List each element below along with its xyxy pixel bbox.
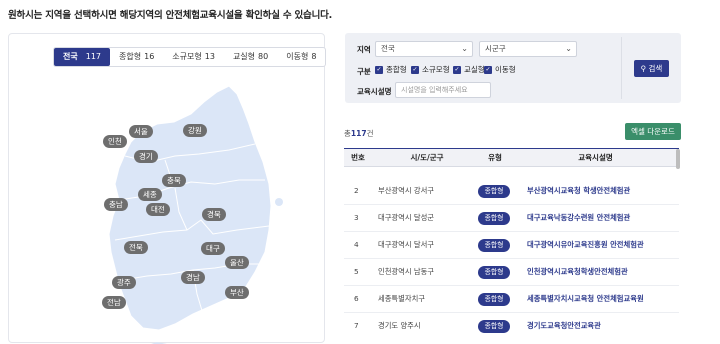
col-type: 유형 — [488, 153, 502, 162]
col-area: 시/도/군구 — [410, 153, 444, 162]
total-suffix: 건 — [366, 129, 374, 138]
row-area: 세종특별자치구 — [378, 294, 425, 303]
divider — [621, 37, 622, 99]
region-chungbuk[interactable]: 충북 — [162, 174, 186, 187]
region-chungnam[interactable]: 충남 — [104, 198, 128, 211]
search-icon: ⚲ — [640, 64, 647, 73]
table-row[interactable]: 6 세종특별자치구 종합형 세종특별자치시교육청 안전체험교육원 — [344, 286, 679, 313]
type-label: 구분 — [357, 67, 371, 76]
facility-link[interactable]: 경기도교육청안전교육관 — [527, 313, 601, 339]
type-badge: 종합형 — [478, 266, 510, 279]
row-area: 인천광역시 남동구 — [378, 267, 435, 276]
facility-name-input[interactable]: 시설명을 입력해주세요 — [395, 82, 491, 98]
type-badge: 종합형 — [478, 212, 510, 225]
checkbox-label: 종합형 — [386, 65, 407, 74]
sigungu-select[interactable]: 시군구 ⌄ — [479, 41, 577, 57]
region-incheon[interactable]: 인천 — [103, 135, 127, 148]
region-sejong[interactable]: 세종 — [138, 188, 162, 201]
row-area: 부산광역시 강서구 — [378, 186, 435, 195]
table-row[interactable]: 5 인천광역시 남동구 종합형 인천광역시교육청학생안전체험관 — [344, 259, 679, 286]
region-jeonbuk[interactable]: 전북 — [124, 241, 148, 254]
search-button-label: 검색 — [648, 64, 663, 73]
row-number: 5 — [354, 267, 359, 276]
tab-classroom[interactable]: 교실형 80 — [224, 48, 277, 66]
col-number: 번호 — [351, 153, 365, 162]
row-number: 3 — [354, 213, 359, 222]
region-ulsan[interactable]: 울산 — [225, 256, 249, 269]
checkbox-small-scale[interactable]: ✓ 소규모형 — [411, 64, 450, 75]
region-gyeonggi[interactable]: 경기 — [134, 150, 158, 163]
region-gangwon[interactable]: 강원 — [183, 124, 207, 137]
checkbox-label: 교실형 — [464, 65, 485, 74]
total-prefix: 총 — [344, 129, 351, 138]
row-number: 2 — [354, 186, 359, 195]
checkbox-checked-icon: ✓ — [484, 65, 492, 74]
type-tabs: 전국 117 종합형 16 소규모형 13 교실형 80 이동형 8 — [53, 47, 327, 67]
sido-select[interactable]: 전국 ⌄ — [375, 41, 473, 57]
search-panel: 지역 전국 ⌄ 시군구 ⌄ 구분 ✓ 종합형 ✓ 소규모형 ✓ 교실형 ✓ 이동형 교육… — [345, 33, 681, 103]
facility-link[interactable]: 인천광역시교육청학생안전체험관 — [527, 259, 628, 285]
facility-link[interactable]: 대구교육낙동강수련원 안전체험관 — [527, 205, 630, 231]
row-area: 경기도 양주시 — [378, 321, 421, 330]
tab-comprehensive[interactable]: 종합형 16 — [110, 48, 163, 66]
table-header: 번호 시/도/군구 유형 교육시설명 — [344, 148, 679, 167]
row-area: 대구광역시 달서구 — [378, 240, 435, 249]
total-count-value: 117 — [350, 129, 367, 138]
row-number: 7 — [354, 321, 359, 330]
ulleungdo-island — [275, 198, 283, 206]
type-badge: 종합형 — [478, 185, 510, 198]
tab-mobile[interactable]: 이동형 8 — [277, 48, 325, 66]
sido-select-value: 전국 — [381, 44, 395, 53]
table-scrollbar[interactable] — [676, 149, 680, 169]
region-label: 지역 — [357, 45, 371, 54]
page-headline: 원하시는 지역을 선택하시면 해당지역의 안전체험교육시설을 확인하실 수 있습… — [8, 10, 333, 21]
total-count: 총117건 — [344, 128, 373, 139]
search-button[interactable]: ⚲ 검색 — [634, 60, 669, 77]
checkbox-label: 이동형 — [495, 65, 516, 74]
region-daegu[interactable]: 대구 — [201, 242, 225, 255]
region-seoul[interactable]: 서울 — [129, 125, 153, 138]
region-jeonnam[interactable]: 전남 — [102, 296, 126, 309]
chevron-down-icon: ⌄ — [461, 44, 468, 53]
row-area: 대구광역시 달성군 — [378, 213, 435, 222]
type-badge: 종합형 — [478, 320, 510, 333]
region-gyeongnam[interactable]: 경남 — [181, 271, 205, 284]
table-row[interactable]: 2 부산광역시 강서구 종합형 부산광역시교육청 학생안전체험관 — [344, 178, 679, 205]
sigungu-select-value: 시군구 — [485, 44, 506, 53]
chevron-down-icon: ⌄ — [565, 44, 572, 53]
region-busan[interactable]: 부산 — [225, 286, 249, 299]
checkbox-comprehensive[interactable]: ✓ 종합형 — [375, 64, 407, 75]
region-daejeon[interactable]: 대전 — [146, 203, 170, 216]
table-row[interactable]: 4 대구광역시 달서구 종합형 대구광역시유아교육진흥원 안전체험관 — [344, 232, 679, 259]
region-gwangju[interactable]: 광주 — [112, 276, 136, 289]
facility-name-label: 교육시설명 — [357, 87, 392, 96]
facility-link[interactable]: 대구광역시유아교육진흥원 안전체험관 — [527, 232, 644, 258]
tab-small-scale[interactable]: 소규모형 13 — [163, 48, 224, 66]
col-facility: 교육시설명 — [578, 153, 613, 162]
facility-link[interactable]: 세종특별자치시교육청 안전체험교육원 — [527, 286, 644, 312]
checkbox-classroom[interactable]: ✓ 교실형 — [453, 64, 485, 75]
row-number: 6 — [354, 294, 359, 303]
facility-link[interactable]: 부산광역시교육청 학생안전체험관 — [527, 178, 630, 204]
region-gyeongbuk[interactable]: 경북 — [202, 208, 226, 221]
checkbox-checked-icon: ✓ — [375, 65, 383, 74]
checkbox-checked-icon: ✓ — [411, 65, 419, 74]
checkbox-label: 소규모형 — [422, 65, 450, 74]
type-badge: 종합형 — [478, 239, 510, 252]
checkbox-mobile[interactable]: ✓ 이동형 — [484, 64, 516, 75]
excel-download-button[interactable]: 엑셀 다운로드 — [625, 123, 681, 140]
checkbox-checked-icon: ✓ — [453, 65, 461, 74]
type-badge: 종합형 — [478, 293, 510, 306]
row-number: 4 — [354, 240, 359, 249]
map-panel: 전국 117 종합형 16 소규모형 13 교실형 80 이동형 8 서울 인천 경기 강… — [8, 33, 327, 344]
table-row[interactable]: 3 대구광역시 달성군 종합형 대구교육낙동강수련원 안전체험관 — [344, 205, 679, 232]
tab-all[interactable]: 전국 117 — [54, 48, 111, 66]
